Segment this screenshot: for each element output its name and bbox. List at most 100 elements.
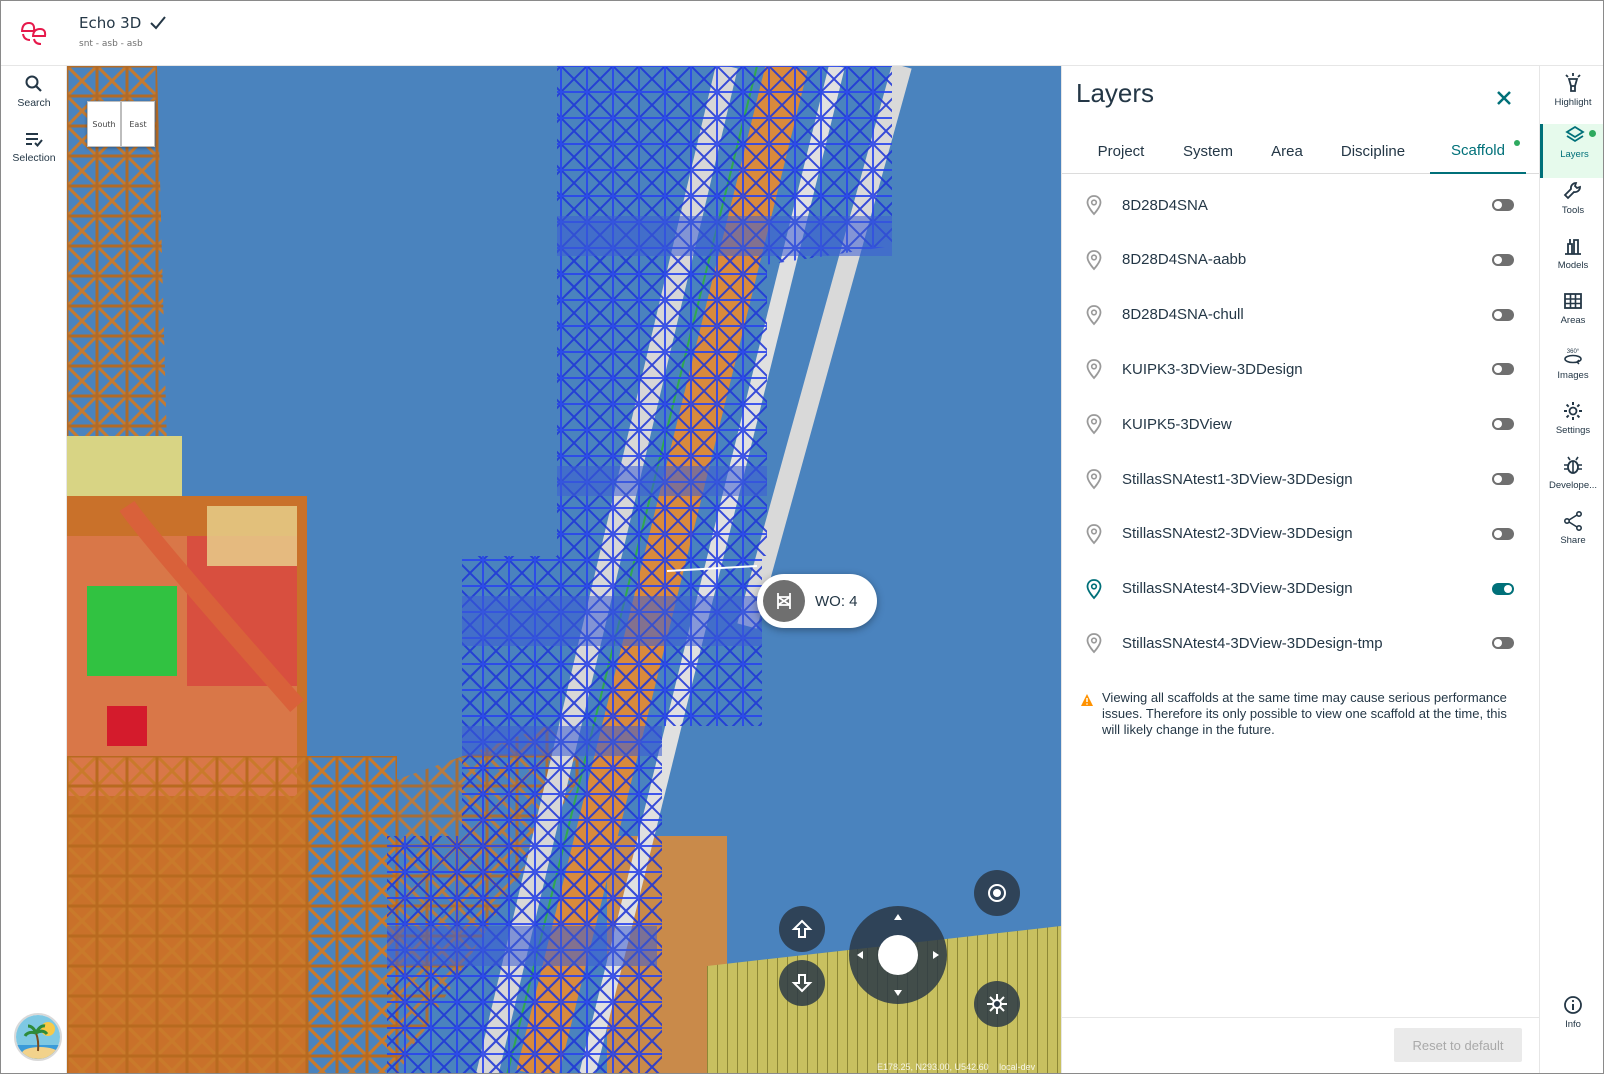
active-indicator-dot [1514,140,1520,146]
location-pin-icon [1086,578,1102,599]
location-pin-icon [1086,633,1102,654]
settings-label: Settings [1555,425,1591,436]
tab-system-label: System [1182,142,1233,160]
info-button[interactable]: Info [1540,994,1603,1048]
info-label: Info [1565,1019,1581,1030]
tools-button[interactable]: Tools [1540,180,1603,234]
layers-button[interactable]: Layers [1540,124,1603,178]
search-label: Search [17,97,51,109]
location-pin-icon [1086,249,1102,271]
layer-visibility-toggle[interactable] [1492,418,1514,431]
layers-label: Layers [1560,149,1589,160]
location-pin-icon [1086,195,1102,216]
models-button[interactable]: Models [1540,235,1603,289]
areas-button[interactable]: Areas [1540,290,1603,344]
warning-text: Viewing all scaffolds at the same time m… [1102,690,1507,737]
tab-scaffold-label: Scaffold [1451,141,1505,159]
svg-text:360°: 360° [1567,349,1580,355]
layer-row[interactable]: KUIPK5-3DView [1062,396,1540,452]
selection-icon [26,133,43,147]
tab-discipline[interactable]: Discipline [1326,128,1420,174]
layers-panel: Layers Project System Area Discipline Sc… [1061,66,1540,1073]
images-360-icon: 360° [1564,349,1582,365]
layer-visibility-toggle[interactable] [1492,199,1514,211]
info-icon [1564,996,1582,1014]
highlight-label: Highlight [1554,97,1592,108]
layer-name: 8D28D4SNA-aabb [1122,251,1247,269]
layer-row[interactable]: 8D28D4SNA-aabb [1062,232,1540,288]
warning-icon [1081,694,1093,706]
layer-visibility-toggle[interactable] [1492,363,1514,376]
camera-reset-button[interactable] [974,870,1020,916]
view-cube[interactable]: South East [87,101,155,147]
layer-visibility-toggle[interactable] [1492,637,1514,650]
layer-visibility-toggle[interactable] [1492,582,1514,595]
layer-visibility-toggle[interactable] [1492,253,1514,266]
work-order-badge[interactable]: WO: 4 [757,574,877,628]
fly-mode-button[interactable] [974,981,1020,1027]
tools-label: Tools [1561,205,1585,216]
tab-system[interactable]: System [1170,128,1246,174]
layer-name: StillasSNAtest4-3DView-3DDesign-tmp [1122,634,1383,652]
share-button[interactable]: Share [1540,510,1603,564]
reset-to-default-button[interactable]: Reset to default [1394,1028,1522,1062]
performance-warning: Viewing all scaffolds at the same time m… [1080,690,1520,738]
arrow-up-icon [791,919,813,938]
layer-row[interactable]: StillasSNAtest4-3DView-3DDesign-tmp [1062,615,1540,671]
share-icon [1563,510,1583,532]
panel-title: Layers [1076,78,1155,108]
tab-project[interactable]: Project [1082,128,1160,174]
user-avatar[interactable] [14,1013,62,1061]
burst-icon [987,994,1007,1014]
layer-row[interactable]: KUIPK3-3DView-3DDesign [1062,341,1540,397]
location-pin-icon [1086,523,1102,545]
beach-avatar-icon [16,1015,60,1059]
selection-button[interactable]: Selection [1,129,67,179]
layers-tabs: Project System Area Discipline Scaffold [1062,128,1540,174]
layer-name: KUIPK3-3DView-3DDesign [1122,360,1303,378]
images-button[interactable]: 360° Images [1540,345,1603,399]
layer-visibility-toggle[interactable] [1492,527,1514,540]
layer-row[interactable]: StillasSNAtest4-3DView-3DDesign [1062,561,1540,617]
layer-name: StillasSNAtest1-3DView-3DDesign [1122,470,1353,488]
view-cube-east-face[interactable]: East [121,101,155,147]
images-label: Images [1557,370,1589,381]
tab-scaffold[interactable]: Scaffold [1430,128,1526,174]
layer-visibility-toggle[interactable] [1492,308,1514,321]
arrow-down-icon [791,974,813,993]
share-label: Share [1560,535,1586,546]
3d-viewport[interactable]: South East WO: 4 E178.25, N293.00, U542.… [67,66,1061,1073]
check-icon [150,16,166,30]
joystick-icon [857,914,939,996]
close-icon[interactable] [1492,86,1516,110]
move-up-button[interactable] [779,906,825,952]
tab-area-label: Area [1271,142,1303,160]
right-rail: Highlight Layers Tools Models Areas 360°… [1539,66,1603,1073]
work-order-count: WO: 4 [815,592,858,610]
models-label: Models [1557,260,1589,271]
tools-icon [1563,182,1581,200]
view-cube-south-face[interactable]: South [87,101,121,147]
echo-logo-icon[interactable] [19,19,49,47]
layer-name: 8D28D4SNA-chull [1122,306,1244,324]
search-button[interactable]: Search [1,74,67,124]
layer-row[interactable]: 8D28D4SNA-chull [1062,287,1540,343]
layers-active-dot [1589,130,1596,137]
layer-row[interactable]: StillasSNAtest2-3DView-3DDesign [1062,506,1540,562]
tab-area[interactable]: Area [1256,128,1318,174]
layer-name: StillasSNAtest4-3DView-3DDesign [1122,580,1353,598]
models-icon [1565,239,1581,255]
layer-visibility-toggle[interactable] [1492,473,1514,485]
panel-footer: Reset to default [1062,1017,1540,1073]
settings-button[interactable]: Settings [1540,400,1603,454]
developer-button[interactable]: Develope... [1540,455,1603,509]
coordinate-readout: E178.25, N293.00, U542.60 local-dev [877,1062,1035,1072]
plant-breadcrumb: snt - asb - asb [79,39,143,49]
highlight-button[interactable]: Highlight [1540,72,1603,126]
joystick-control[interactable] [849,906,947,1004]
move-down-button[interactable] [779,960,825,1006]
layer-row[interactable]: 8D28D4SNA [1062,177,1540,233]
layer-row[interactable]: StillasSNAtest1-3DView-3DDesign [1062,451,1540,507]
layer-name: 8D28D4SNA [1122,196,1208,214]
layers-icon [1564,125,1585,143]
